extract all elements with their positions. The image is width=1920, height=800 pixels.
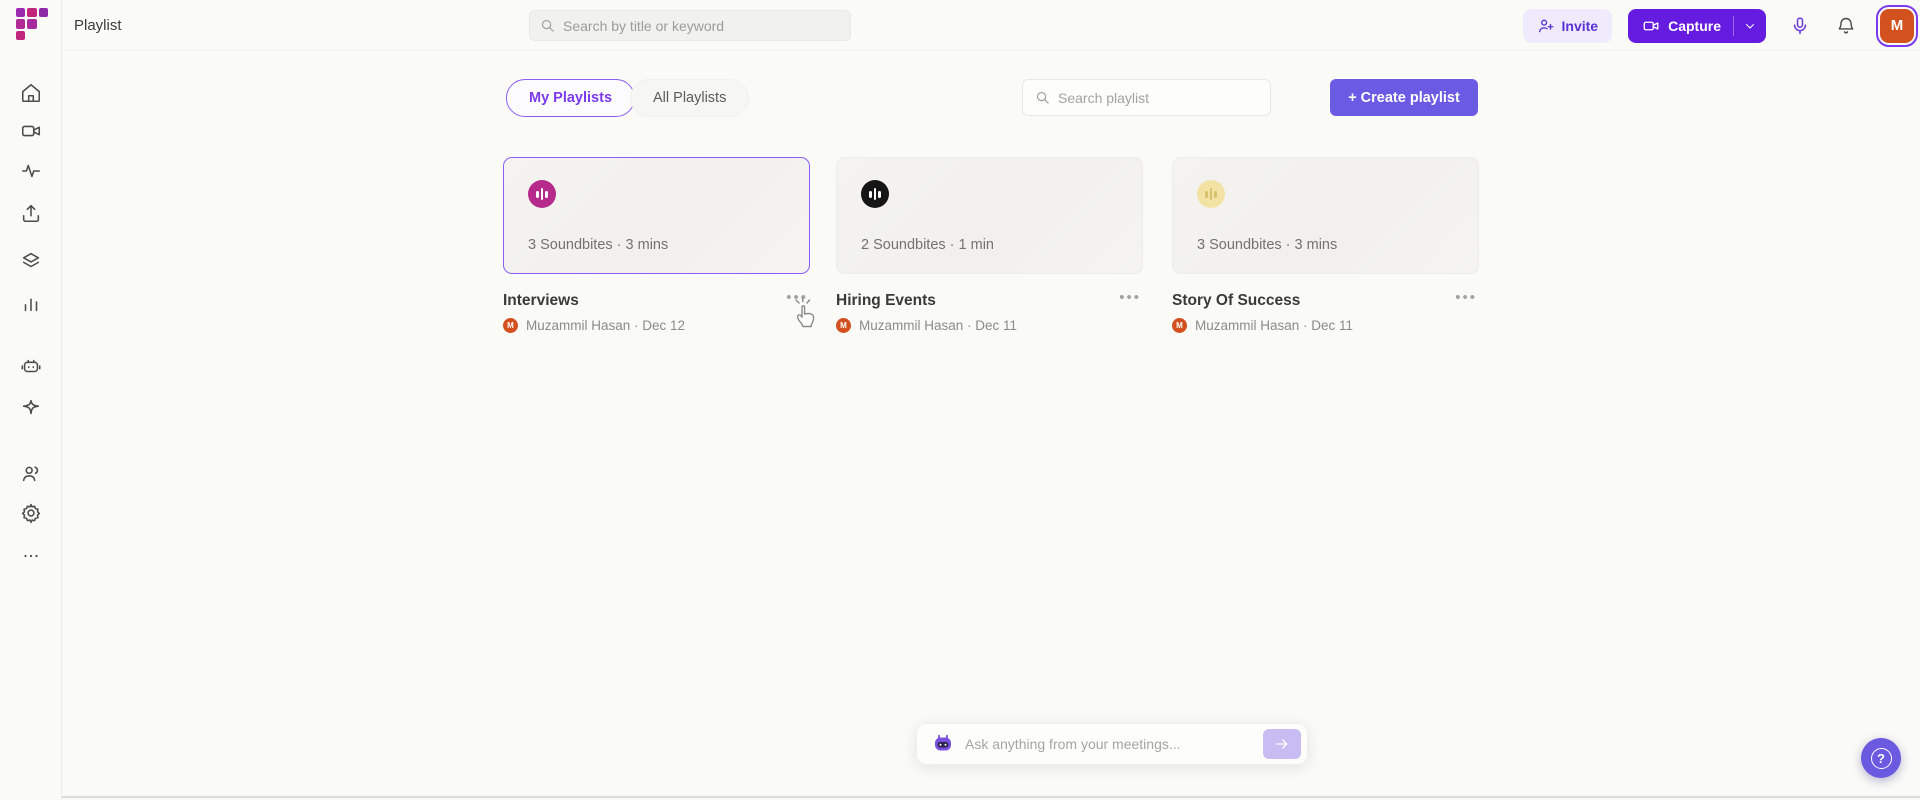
playlist-menu-button[interactable]: ••• (1453, 292, 1479, 304)
soundbite-badge-icon (861, 180, 889, 208)
playlist-thumbnail[interactable]: 3 Soundbites · 3 mins (503, 157, 810, 274)
playlist-card: 3 Soundbites · 3 mins Story Of Success •… (1172, 157, 1479, 333)
playlist-card: 2 Soundbites · 1 min Hiring Events ••• M… (836, 157, 1143, 333)
question-mark-icon: ? (1871, 748, 1892, 769)
search-icon (1035, 90, 1050, 105)
bell-icon (1836, 16, 1856, 36)
playlist-search[interactable] (1022, 79, 1271, 116)
chevron-down-icon (1744, 20, 1756, 32)
invite-button[interactable]: Invite (1523, 9, 1613, 43)
playlist-menu-button[interactable]: ••• (1117, 292, 1143, 304)
topbar: Playlist Invite Capture M (62, 0, 1920, 51)
playlist-stats: 2 Soundbites · 1 min (861, 237, 994, 253)
playlist-title[interactable]: Hiring Events (836, 292, 936, 310)
person-plus-icon (1537, 17, 1555, 35)
global-search[interactable] (529, 10, 851, 41)
user-avatar[interactable]: M (1880, 9, 1914, 43)
playlist-title[interactable]: Interviews (503, 292, 579, 310)
owner-avatar: M (836, 318, 851, 333)
sparkle-icon[interactable] (0, 395, 62, 421)
ask-fred-bar[interactable] (916, 723, 1308, 765)
capture-dropdown-toggle[interactable] (1734, 20, 1766, 32)
analytics-bars-icon[interactable] (0, 290, 62, 316)
playlists-layers-icon[interactable] (0, 248, 62, 274)
team-icon[interactable] (0, 461, 62, 487)
soundbite-badge-icon (1197, 180, 1225, 208)
owner-and-date: Muzammil Hasan · Dec 11 (859, 318, 1017, 333)
playlist-title[interactable]: Story Of Success (1172, 292, 1300, 310)
notifications-button[interactable] (1836, 16, 1856, 36)
video-camera-icon[interactable] (0, 118, 62, 144)
owner-avatar: M (503, 318, 518, 333)
ask-input[interactable] (965, 736, 1253, 752)
activity-icon[interactable] (0, 158, 62, 184)
tab-my-playlists[interactable]: My Playlists (506, 79, 635, 117)
capture-button[interactable]: Capture (1628, 9, 1766, 43)
playlist-search-input[interactable] (1058, 90, 1258, 106)
bot-icon[interactable] (0, 353, 62, 379)
playlist-stats: 3 Soundbites · 3 mins (528, 237, 668, 253)
search-icon (540, 18, 555, 33)
fireflies-logo[interactable] (16, 8, 48, 40)
playlist-card: 3 Soundbites · 3 mins Interviews ••• M M… (503, 157, 810, 333)
playlist-thumbnail[interactable]: 3 Soundbites · 3 mins (1172, 157, 1479, 274)
ask-send-button[interactable] (1263, 729, 1301, 759)
bottom-edge-line (62, 796, 1920, 798)
topbar-actions: Invite Capture M (1523, 0, 1914, 51)
soundbite-badge-icon (528, 180, 556, 208)
robot-icon (931, 732, 955, 756)
playlist-byline: M Muzammil Hasan · Dec 11 (836, 318, 1143, 333)
upload-icon[interactable] (0, 200, 62, 226)
sidebar (0, 0, 62, 800)
playlist-stats: 3 Soundbites · 3 mins (1197, 237, 1337, 253)
microphone-icon (1790, 16, 1810, 36)
microphone-button[interactable] (1790, 16, 1810, 36)
owner-and-date: Muzammil Hasan · Dec 11 (1195, 318, 1353, 333)
invite-label: Invite (1562, 18, 1599, 34)
global-search-input[interactable] (563, 18, 840, 34)
home-icon[interactable] (0, 80, 62, 106)
playlist-thumbnail[interactable]: 2 Soundbites · 1 min (836, 157, 1143, 274)
tab-all-playlists[interactable]: All Playlists (630, 79, 749, 117)
settings-gear-icon[interactable] (0, 500, 62, 526)
owner-and-date: Muzammil Hasan · Dec 12 (526, 318, 685, 333)
capture-label: Capture (1668, 18, 1721, 34)
help-button[interactable]: ? (1861, 738, 1901, 778)
video-camera-icon (1642, 17, 1660, 35)
owner-avatar: M (1172, 318, 1187, 333)
playlist-byline: M Muzammil Hasan · Dec 11 (1172, 318, 1479, 333)
page-title: Playlist (74, 17, 122, 34)
create-playlist-button[interactable]: + Create playlist (1330, 79, 1478, 116)
more-ellipsis-icon[interactable] (0, 543, 62, 569)
playlist-menu-button[interactable]: ••• (784, 292, 810, 304)
playlist-byline: M Muzammil Hasan · Dec 12 (503, 318, 810, 333)
arrow-right-icon (1274, 736, 1290, 752)
